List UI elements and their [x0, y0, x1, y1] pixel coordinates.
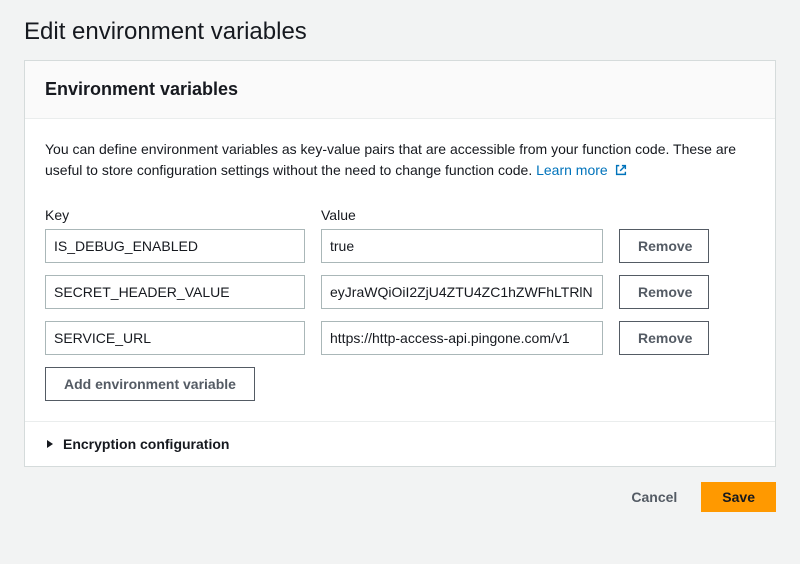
key-input[interactable] — [45, 229, 305, 263]
learn-more-link[interactable]: Learn more — [536, 162, 627, 178]
panel-body: You can define environment variables as … — [25, 119, 775, 421]
page-title: Edit environment variables — [0, 0, 800, 60]
footer-actions: Cancel Save — [0, 467, 800, 527]
key-input[interactable] — [45, 275, 305, 309]
panel-header: Environment variables — [25, 61, 775, 119]
value-input[interactable] — [321, 229, 603, 263]
cancel-button[interactable]: Cancel — [617, 481, 691, 513]
remove-button[interactable]: Remove — [619, 275, 709, 309]
value-input[interactable] — [321, 321, 603, 355]
key-column-label: Key — [45, 207, 69, 223]
value-input[interactable] — [321, 275, 603, 309]
remove-button[interactable]: Remove — [619, 321, 709, 355]
add-env-var-button[interactable]: Add environment variable — [45, 367, 255, 401]
external-link-icon — [614, 162, 628, 183]
save-button[interactable]: Save — [701, 482, 776, 512]
env-vars-panel: Environment variables You can define env… — [24, 60, 776, 467]
description-text: You can define environment variables as … — [45, 141, 736, 178]
key-input[interactable] — [45, 321, 305, 355]
table-row: Remove — [45, 275, 755, 309]
remove-button[interactable]: Remove — [619, 229, 709, 263]
panel-heading: Environment variables — [45, 79, 755, 100]
encryption-label: Encryption configuration — [63, 436, 229, 452]
table-row: Remove — [45, 229, 755, 263]
encryption-expand[interactable]: Encryption configuration — [25, 421, 775, 466]
learn-more-text: Learn more — [536, 162, 608, 178]
value-column-label: Value — [321, 207, 356, 223]
table-row: Remove — [45, 321, 755, 355]
caret-right-icon — [45, 436, 55, 452]
kv-header-row: Key Value — [45, 207, 755, 223]
panel-description: You can define environment variables as … — [45, 139, 755, 183]
